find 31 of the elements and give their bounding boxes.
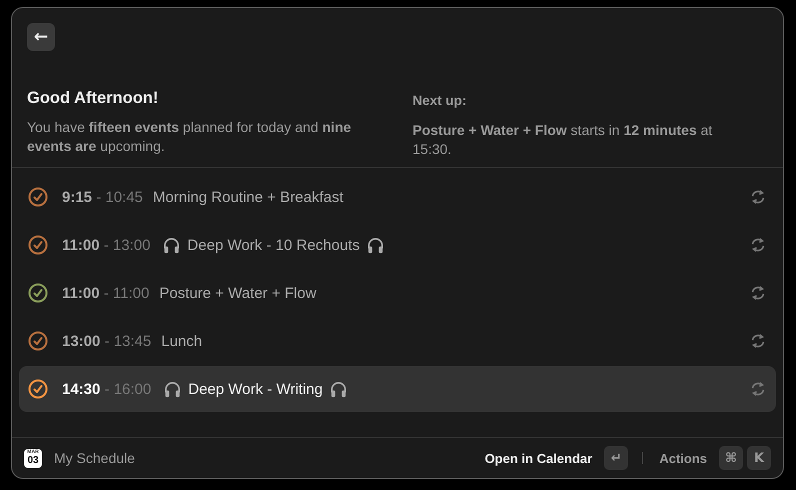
return-key: ↵ (604, 446, 628, 470)
repeat-icon (749, 332, 767, 350)
back-button[interactable]: ← (27, 23, 55, 51)
event-row[interactable]: 9:15 - 10:45 Morning Routine + Breakfast (19, 174, 776, 220)
event-title: Posture + Water + Flow (159, 284, 316, 302)
next-up-text: Posture + Water + Flow starts in 12 minutes at 15:30. (412, 121, 714, 159)
shortcut-key: ⌘ (719, 446, 743, 470)
event-row[interactable]: 13:00 - 13:45 Lunch (19, 318, 776, 364)
event-title: Lunch (161, 332, 202, 350)
event-title: Deep Work - 10 Rechouts (187, 236, 360, 254)
repeat-icon (749, 188, 767, 206)
shortcut-key: K (747, 446, 771, 470)
schedule-title: My Schedule (54, 450, 135, 466)
event-row[interactable]: 14:30 - 16:00 Deep Work - Writing (19, 366, 776, 412)
event-time: 14:30 - 16:00 (62, 380, 152, 398)
event-title: Morning Routine + Breakfast (152, 188, 344, 206)
event-time: 9:15 - 10:45 (62, 188, 143, 206)
event-row[interactable]: 11:00 - 11:00 Posture + Water + Flow (19, 270, 776, 316)
event-time: 13:00 - 13:45 (62, 332, 152, 350)
next-up-label: Next up: (412, 93, 468, 108)
repeat-icon (749, 236, 767, 254)
greeting-title: Good Afternoon! (27, 89, 160, 108)
event-title: Deep Work - Writing (188, 380, 323, 398)
repeat-icon (749, 380, 767, 398)
event-row[interactable]: 11:00 - 13:00 Deep Work - 10 Rechouts (19, 222, 776, 268)
summary-text: You have fifteen events planned for today and nine events are upcoming. (27, 118, 352, 156)
event-time: 11:00 - 13:00 (62, 236, 150, 254)
open-in-calendar-button[interactable]: Open in Calendar (476, 450, 600, 466)
actions-button[interactable]: Actions (651, 450, 715, 466)
repeat-icon (749, 284, 767, 302)
event-time: 11:00 - 11:00 (62, 284, 150, 302)
